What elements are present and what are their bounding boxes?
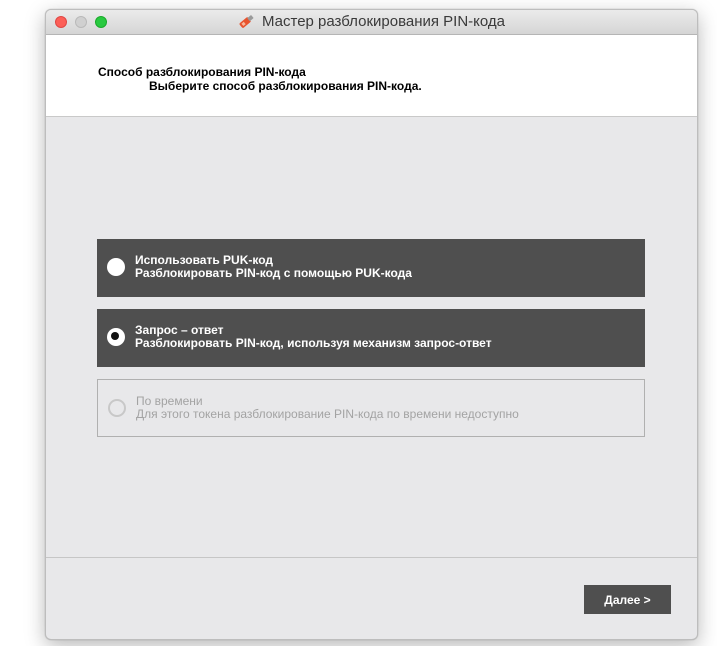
window-title-group: Мастер разблокирования PIN-кода bbox=[46, 13, 697, 33]
radio-puk-code[interactable] bbox=[107, 258, 125, 276]
option-title: Использовать PUK-код bbox=[135, 253, 274, 267]
page-subtitle: Выберите способ разблокирования PIN-кода… bbox=[149, 79, 422, 93]
option-description: Разблокировать PIN-код с помощью PUK-код… bbox=[135, 266, 412, 280]
option-by-time: По времени Для этого токена разблокирова… bbox=[97, 379, 645, 437]
footer-divider bbox=[46, 557, 697, 558]
key-token-icon bbox=[238, 13, 256, 33]
radio-challenge-response[interactable] bbox=[107, 328, 125, 346]
radio-by-time bbox=[108, 399, 126, 417]
option-description: Разблокировать PIN-код, используя механи… bbox=[135, 336, 492, 350]
option-title: Запрос – ответ bbox=[135, 323, 224, 337]
option-title: По времени bbox=[136, 394, 203, 408]
option-puk-code[interactable]: Использовать PUK-код Разблокировать PIN-… bbox=[97, 239, 645, 297]
wizard-header: Способ разблокирования PIN-кода Выберите… bbox=[46, 35, 697, 117]
option-description: Для этого токена разблокирование PIN-код… bbox=[136, 407, 519, 421]
title-bar[interactable]: Мастер разблокирования PIN-кода bbox=[46, 10, 697, 35]
page-title: Способ разблокирования PIN-кода bbox=[98, 65, 306, 79]
window-title: Мастер разблокирования PIN-кода bbox=[261, 13, 506, 30]
next-button[interactable]: Далее > bbox=[584, 585, 671, 614]
wizard-window: Мастер разблокирования PIN-кода Способ р… bbox=[45, 9, 698, 640]
option-challenge-response[interactable]: Запрос – ответ Разблокировать PIN-код, и… bbox=[97, 309, 645, 367]
